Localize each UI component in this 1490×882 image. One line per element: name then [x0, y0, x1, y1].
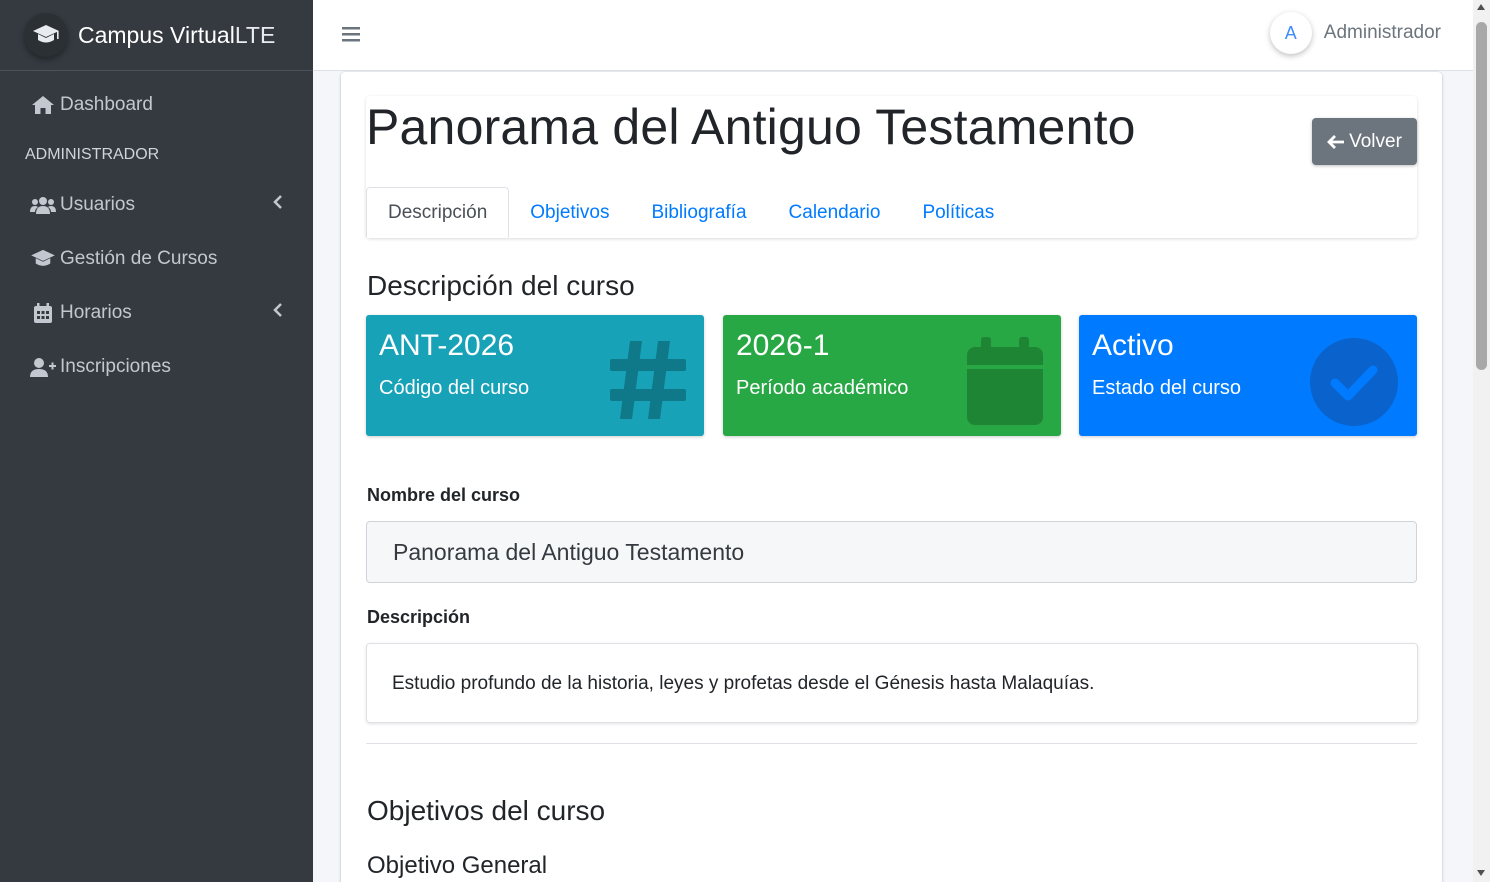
course-detail-card: Panorama del Antiguo Testamento Volver D… [341, 72, 1442, 882]
tab-politicas[interactable]: Políticas [901, 187, 1015, 238]
sidebar-item-inscripciones[interactable]: Inscripciones [0, 340, 313, 394]
chevron-left-icon [273, 194, 283, 216]
brand-link[interactable]: Campus VirtualLTE [0, 0, 313, 71]
info-box-value: ANT-2026 [379, 329, 515, 362]
tab-descripcion[interactable]: Descripción [366, 187, 510, 238]
chevron-left-icon [273, 302, 283, 324]
hashtag-icon [608, 337, 688, 428]
back-button[interactable]: Volver [1312, 118, 1417, 165]
sidebar-item-gestion-cursos[interactable]: Gestión de Cursos [0, 232, 313, 286]
course-description-label: Descripción [367, 607, 471, 627]
home-icon [30, 95, 56, 115]
page-title: Panorama del Antiguo Testamento [366, 99, 1136, 155]
users-icon [30, 195, 56, 215]
sidebar-item-label: Inscripciones [60, 356, 171, 377]
user-menu[interactable]: A Administrador [1269, 12, 1441, 54]
sidebar-item-label: Dashboard [60, 94, 153, 115]
info-box-codigo: ANT-2026 Código del curso [366, 315, 704, 436]
info-box-value: 2026-1 [736, 329, 830, 362]
sidebar-item-dashboard[interactable]: Dashboard [0, 78, 313, 132]
back-button-label: Volver [1349, 130, 1402, 152]
tab-calendario[interactable]: Calendario [768, 187, 902, 238]
info-box-value: Activo [1092, 329, 1174, 362]
scroll-thumb[interactable] [1476, 22, 1487, 370]
course-description-text: Estudio profundo de la historia, leyes y… [366, 643, 1418, 723]
section-divider [366, 743, 1417, 744]
bars-icon[interactable] [342, 25, 360, 48]
course-name-field: Panorama del Antiguo Testamento [366, 521, 1417, 583]
sidebar-nav: Dashboard ADMINISTRADOR Usuarios Gestión… [0, 78, 313, 394]
calendar-icon [30, 302, 56, 324]
course-name-label: Nombre del curso [367, 485, 521, 505]
scroll-down-arrow-icon[interactable] [1477, 870, 1485, 876]
graduation-cap-icon [30, 249, 56, 269]
user-plus-icon [30, 357, 56, 377]
calendar-icon [965, 337, 1045, 432]
page-scrollbar[interactable] [1473, 0, 1490, 882]
user-name: Administrador [1323, 22, 1441, 43]
sidebar-item-horarios[interactable]: Horarios [0, 286, 313, 340]
objetivo-general-heading: Objetivo General [367, 852, 548, 879]
section-title-descripcion: Descripción del curso [367, 270, 635, 301]
sidebar-section-header: ADMINISTRADOR [25, 146, 160, 163]
tab-bibliografia[interactable]: Bibliografía [630, 187, 767, 238]
check-circle-icon [1309, 337, 1399, 432]
sidebar: Campus VirtualLTE Dashboard ADMINISTRADO… [0, 0, 313, 882]
avatar: A [1269, 12, 1312, 54]
brand-logo [24, 13, 68, 57]
sidebar-item-label: Usuarios [60, 194, 135, 215]
section-title-objetivos: Objetivos del curso [367, 795, 606, 826]
scroll-up-arrow-icon[interactable] [1477, 4, 1485, 10]
brand-text: Campus VirtualLTE [78, 21, 276, 48]
course-tabs: Descripción Objetivos Bibliografía Calen… [366, 187, 1015, 238]
course-header: Panorama del Antiguo Testamento Volver D… [366, 96, 1417, 238]
info-box-label: Código del curso [379, 377, 530, 399]
sidebar-item-label: Gestión de Cursos [60, 248, 218, 269]
info-box-label: Período académico [736, 377, 909, 399]
tab-objetivos[interactable]: Objetivos [509, 187, 630, 238]
sidebar-item-usuarios[interactable]: Usuarios [0, 178, 313, 232]
arrow-left-icon [1327, 134, 1345, 150]
graduation-cap-icon [33, 25, 59, 43]
topbar: A Administrador [313, 0, 1473, 71]
info-box-periodo: 2026-1 Período académico [723, 315, 1061, 436]
info-box-label: Estado del curso [1092, 377, 1241, 399]
info-box-estado: Activo Estado del curso [1079, 315, 1417, 436]
sidebar-item-label: Horarios [60, 302, 132, 323]
